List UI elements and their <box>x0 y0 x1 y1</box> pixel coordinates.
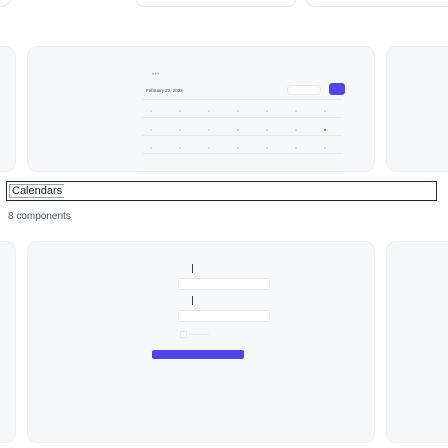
calendar-day <box>237 129 239 131</box>
calendar-date-label: February 22, 2022 <box>146 88 183 93</box>
section-header: Calendars <box>6 181 437 201</box>
calendar-preview-card[interactable]: ••• February 22, 2022 <box>27 46 375 172</box>
calendar-event-marker <box>324 129 326 131</box>
calendar-day <box>295 129 297 131</box>
submit-button <box>152 350 244 359</box>
calendar-day <box>208 129 210 131</box>
calendar-preview: ••• February 22, 2022 <box>142 72 345 173</box>
form-preview-card[interactable] <box>27 241 375 443</box>
calendar-day <box>179 129 181 131</box>
calendar-grid-line <box>142 153 342 154</box>
calendar-day <box>179 147 181 149</box>
calendar-add-button <box>329 83 345 95</box>
calendar-day <box>208 110 210 112</box>
section-title[interactable]: Calendars <box>9 184 65 198</box>
calendar-day <box>208 147 210 149</box>
checkbox-label <box>189 334 209 335</box>
form-input <box>178 310 270 322</box>
component-card-top-middle[interactable] <box>135 0 297 7</box>
calendar-day <box>266 129 268 131</box>
calendar-grid-line <box>142 135 342 136</box>
component-card-top-right[interactable] <box>305 0 448 7</box>
calendar-day <box>295 110 297 112</box>
component-card-left-2[interactable] <box>0 241 16 443</box>
calendar-search-input <box>287 85 321 95</box>
calendar-day <box>179 110 181 112</box>
calendar-day <box>324 110 326 112</box>
calendar-grid-line <box>142 117 342 118</box>
calendar-grid-line <box>142 99 342 100</box>
calendar-day <box>324 147 326 149</box>
calendar-day <box>150 110 152 112</box>
calendar-day <box>266 110 268 112</box>
calendar-day <box>237 110 239 112</box>
calendar-day <box>266 147 268 149</box>
calendar-day <box>150 147 152 149</box>
text-cursor <box>192 264 193 273</box>
calendar-grid <box>142 99 342 173</box>
checkbox <box>180 331 187 338</box>
text-cursor <box>192 296 193 305</box>
calendar-grid-line <box>142 171 342 172</box>
component-card-right[interactable] <box>386 46 448 172</box>
component-card-right-2[interactable] <box>386 241 448 443</box>
menu-dots-icon: ••• <box>152 72 160 78</box>
component-count: 8 components <box>8 211 71 222</box>
calendar-day <box>295 147 297 149</box>
component-card-top-left[interactable] <box>0 0 11 7</box>
calendar-day <box>150 129 152 131</box>
form-input <box>178 278 270 290</box>
calendar-day <box>237 147 239 149</box>
component-card-left[interactable] <box>0 46 16 172</box>
